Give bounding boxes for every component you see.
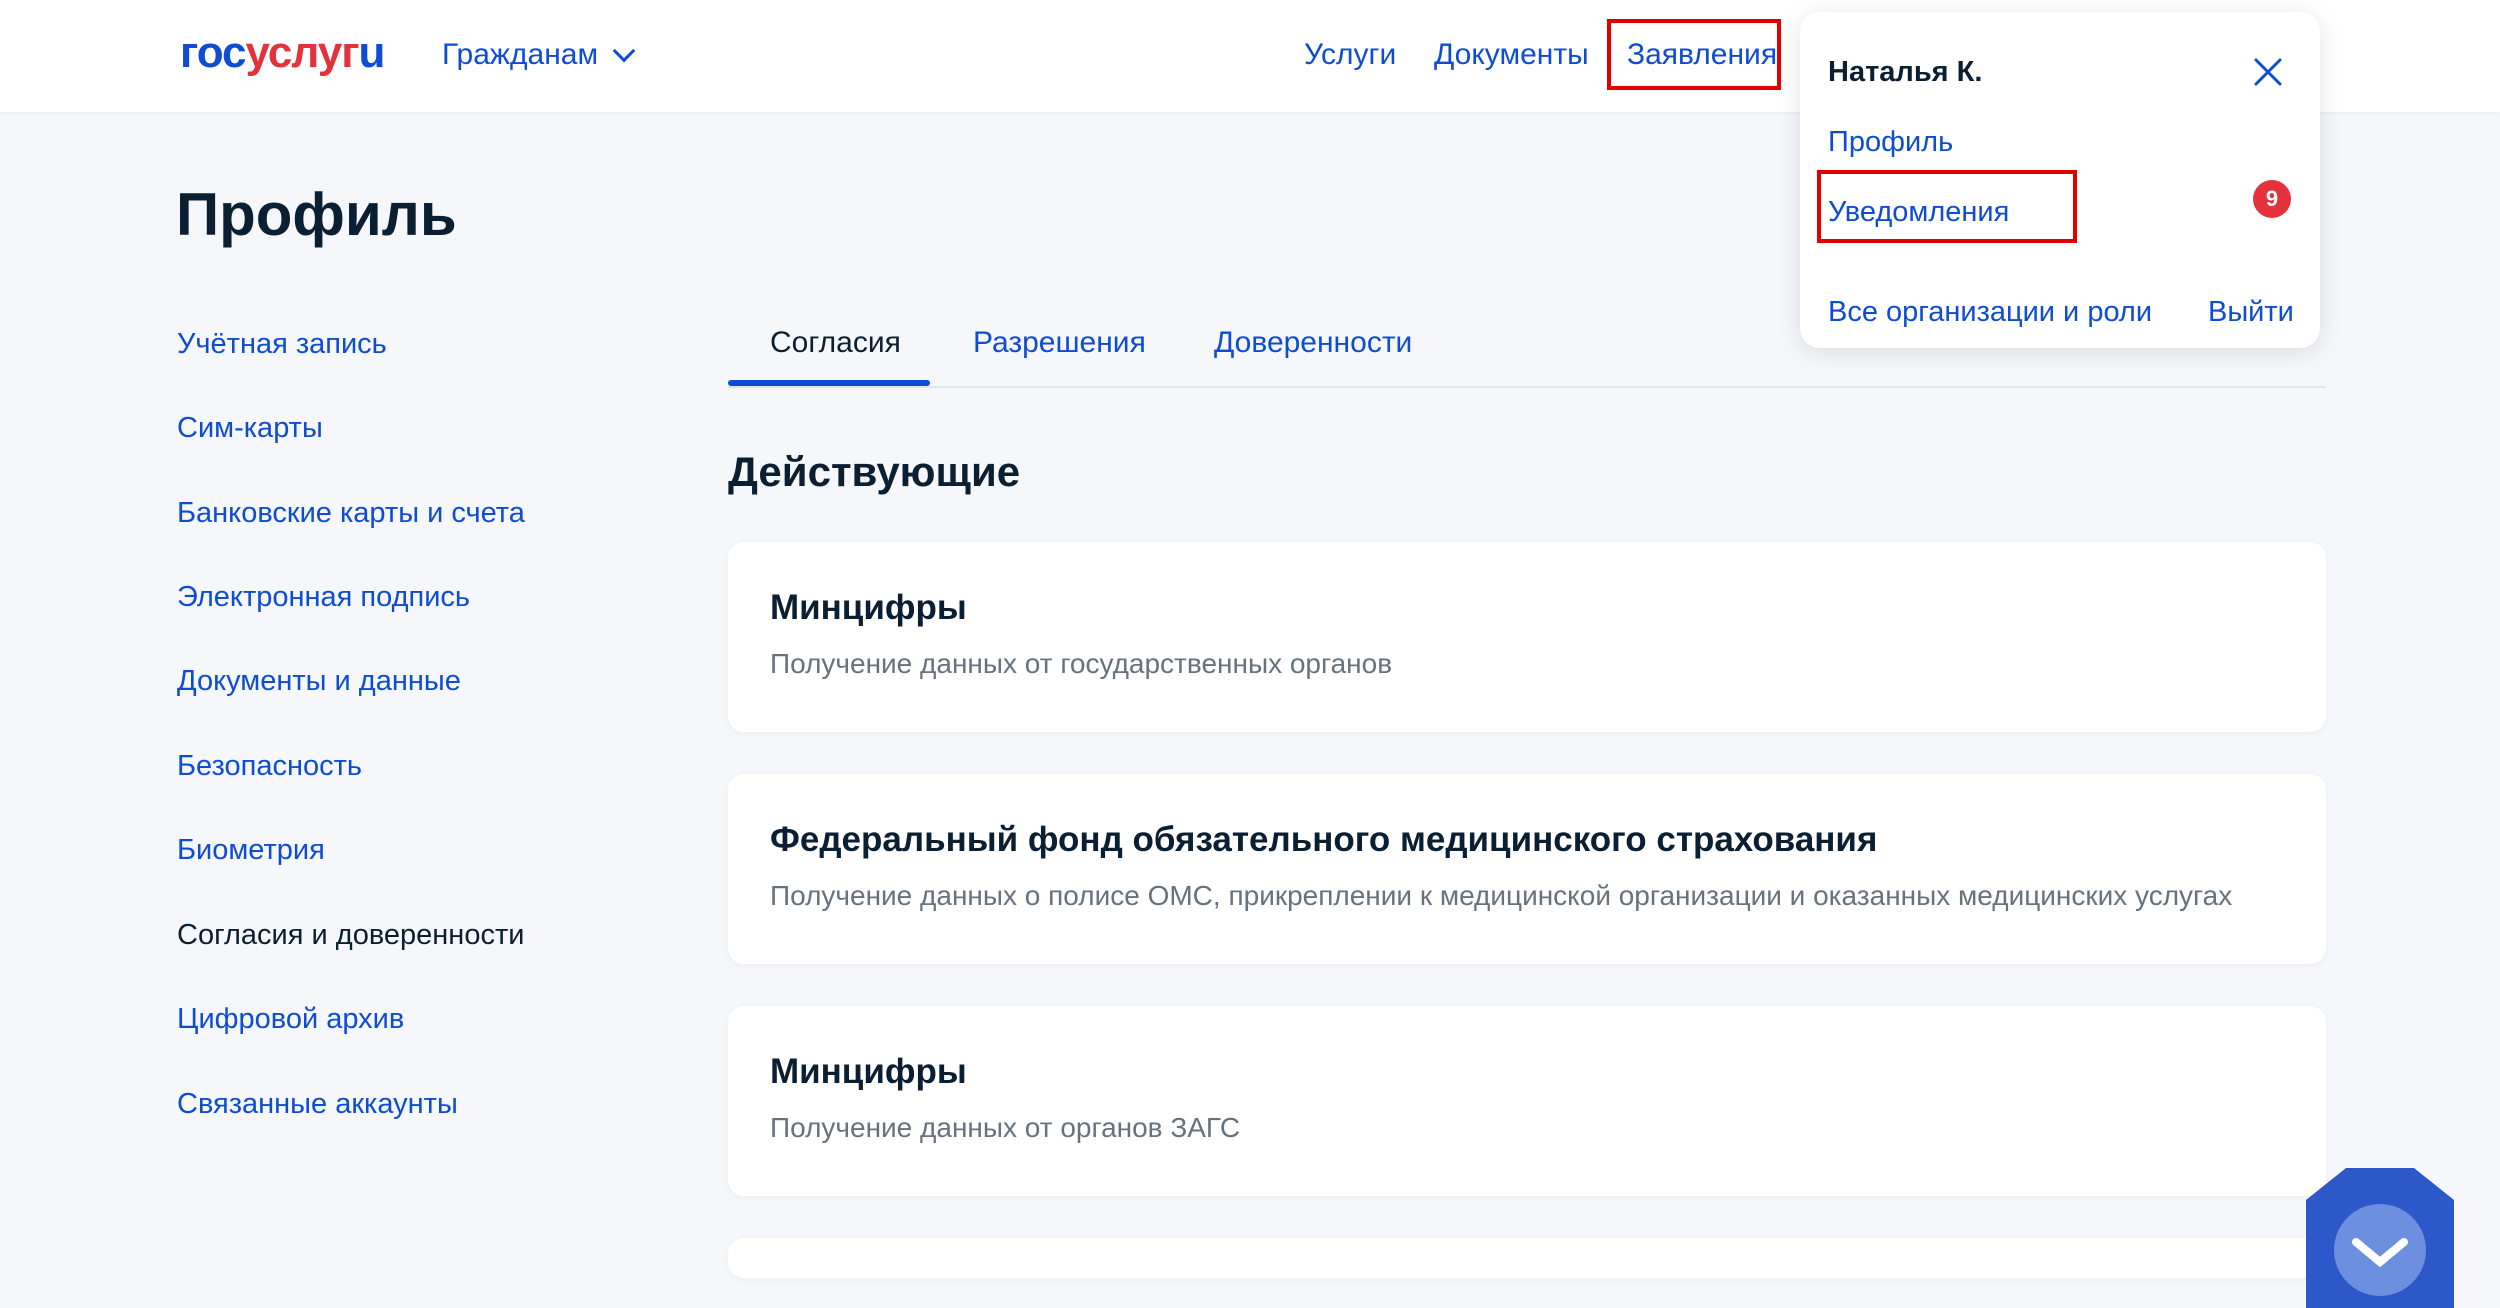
tab-permissions[interactable]: Разрешения [973, 326, 1146, 360]
chevron-down-icon [612, 39, 636, 63]
menu-all-orgs-link[interactable]: Все организации и роли [1828, 296, 2152, 329]
sidebar-item-linked-accounts[interactable]: Связанные аккаунты [177, 1088, 458, 1121]
consent-card-description: Получение данных о полисе ОМС, прикрепле… [770, 880, 2233, 911]
nav-applications[interactable]: Заявления [1627, 38, 1777, 72]
sidebar-item-digital-archive[interactable]: Цифровой архив [177, 1003, 404, 1036]
nav-documents[interactable]: Документы [1434, 38, 1589, 72]
consent-card-description: Получение данных от государственных орга… [770, 648, 1393, 679]
user-name: Наталья К. [1828, 56, 1983, 88]
close-icon[interactable] [2252, 56, 2284, 88]
menu-logout-link[interactable]: Выйти [2208, 296, 2294, 329]
sidebar-item-consents[interactable]: Согласия и доверенности [177, 919, 524, 952]
nav-services[interactable]: Услуги [1304, 38, 1396, 72]
gosuslugi-logo[interactable]: госуслугu [180, 28, 386, 78]
consent-card-title: Минцифры [770, 588, 967, 627]
tab-consents[interactable]: Согласия [770, 326, 901, 360]
sidebar-item-security[interactable]: Безопасность [177, 750, 362, 783]
tab-powers-of-attorney[interactable]: Доверенности [1214, 326, 1412, 360]
tabs-divider [728, 386, 2326, 388]
consent-card[interactable]: Минцифры Получение данных от органов ЗАГ… [728, 1006, 2326, 1196]
logo-part-uslug: услуг [245, 28, 360, 77]
sidebar-item-documents[interactable]: Документы и данные [177, 665, 461, 698]
active-tab-indicator [728, 380, 930, 386]
sidebar-item-e-signature[interactable]: Электронная подпись [177, 581, 470, 614]
logo-part-u: u [358, 28, 386, 77]
sidebar-item-biometrics[interactable]: Биометрия [177, 834, 325, 867]
consent-card[interactable]: Федеральный фонд обязательного медицинск… [728, 774, 2326, 964]
user-menu-popup: Наталья К. Профиль Уведомления 9 Все орг… [1800, 12, 2320, 348]
page-title: Профиль [176, 181, 457, 248]
consent-card-title: Минцифры [770, 1052, 967, 1091]
consent-card-description: Получение данных от органов ЗАГС [770, 1112, 1241, 1143]
logo-part-gos: гос [180, 28, 247, 77]
menu-profile-link[interactable]: Профиль [1828, 126, 1953, 159]
section-title: Действующие [728, 448, 1021, 495]
menu-notifications-link[interactable]: Уведомления [1828, 196, 2009, 229]
assistant-button[interactable] [2306, 1168, 2454, 1308]
consent-card-title: Федеральный фонд обязательного медицинск… [770, 820, 1878, 859]
notifications-count-badge: 9 [2253, 180, 2291, 218]
sidebar-item-bank-cards[interactable]: Банковские карты и счета [177, 497, 525, 530]
consent-card-partial[interactable] [728, 1238, 2326, 1278]
sidebar-item-sim-cards[interactable]: Сим-карты [177, 412, 323, 445]
assistant-avatar-icon [2334, 1204, 2426, 1296]
sidebar-item-account[interactable]: Учётная запись [177, 328, 387, 361]
audience-selector[interactable]: Гражданам [442, 38, 636, 72]
audience-label: Гражданам [442, 38, 599, 71]
consent-card[interactable]: Минцифры Получение данных от государстве… [728, 542, 2326, 732]
